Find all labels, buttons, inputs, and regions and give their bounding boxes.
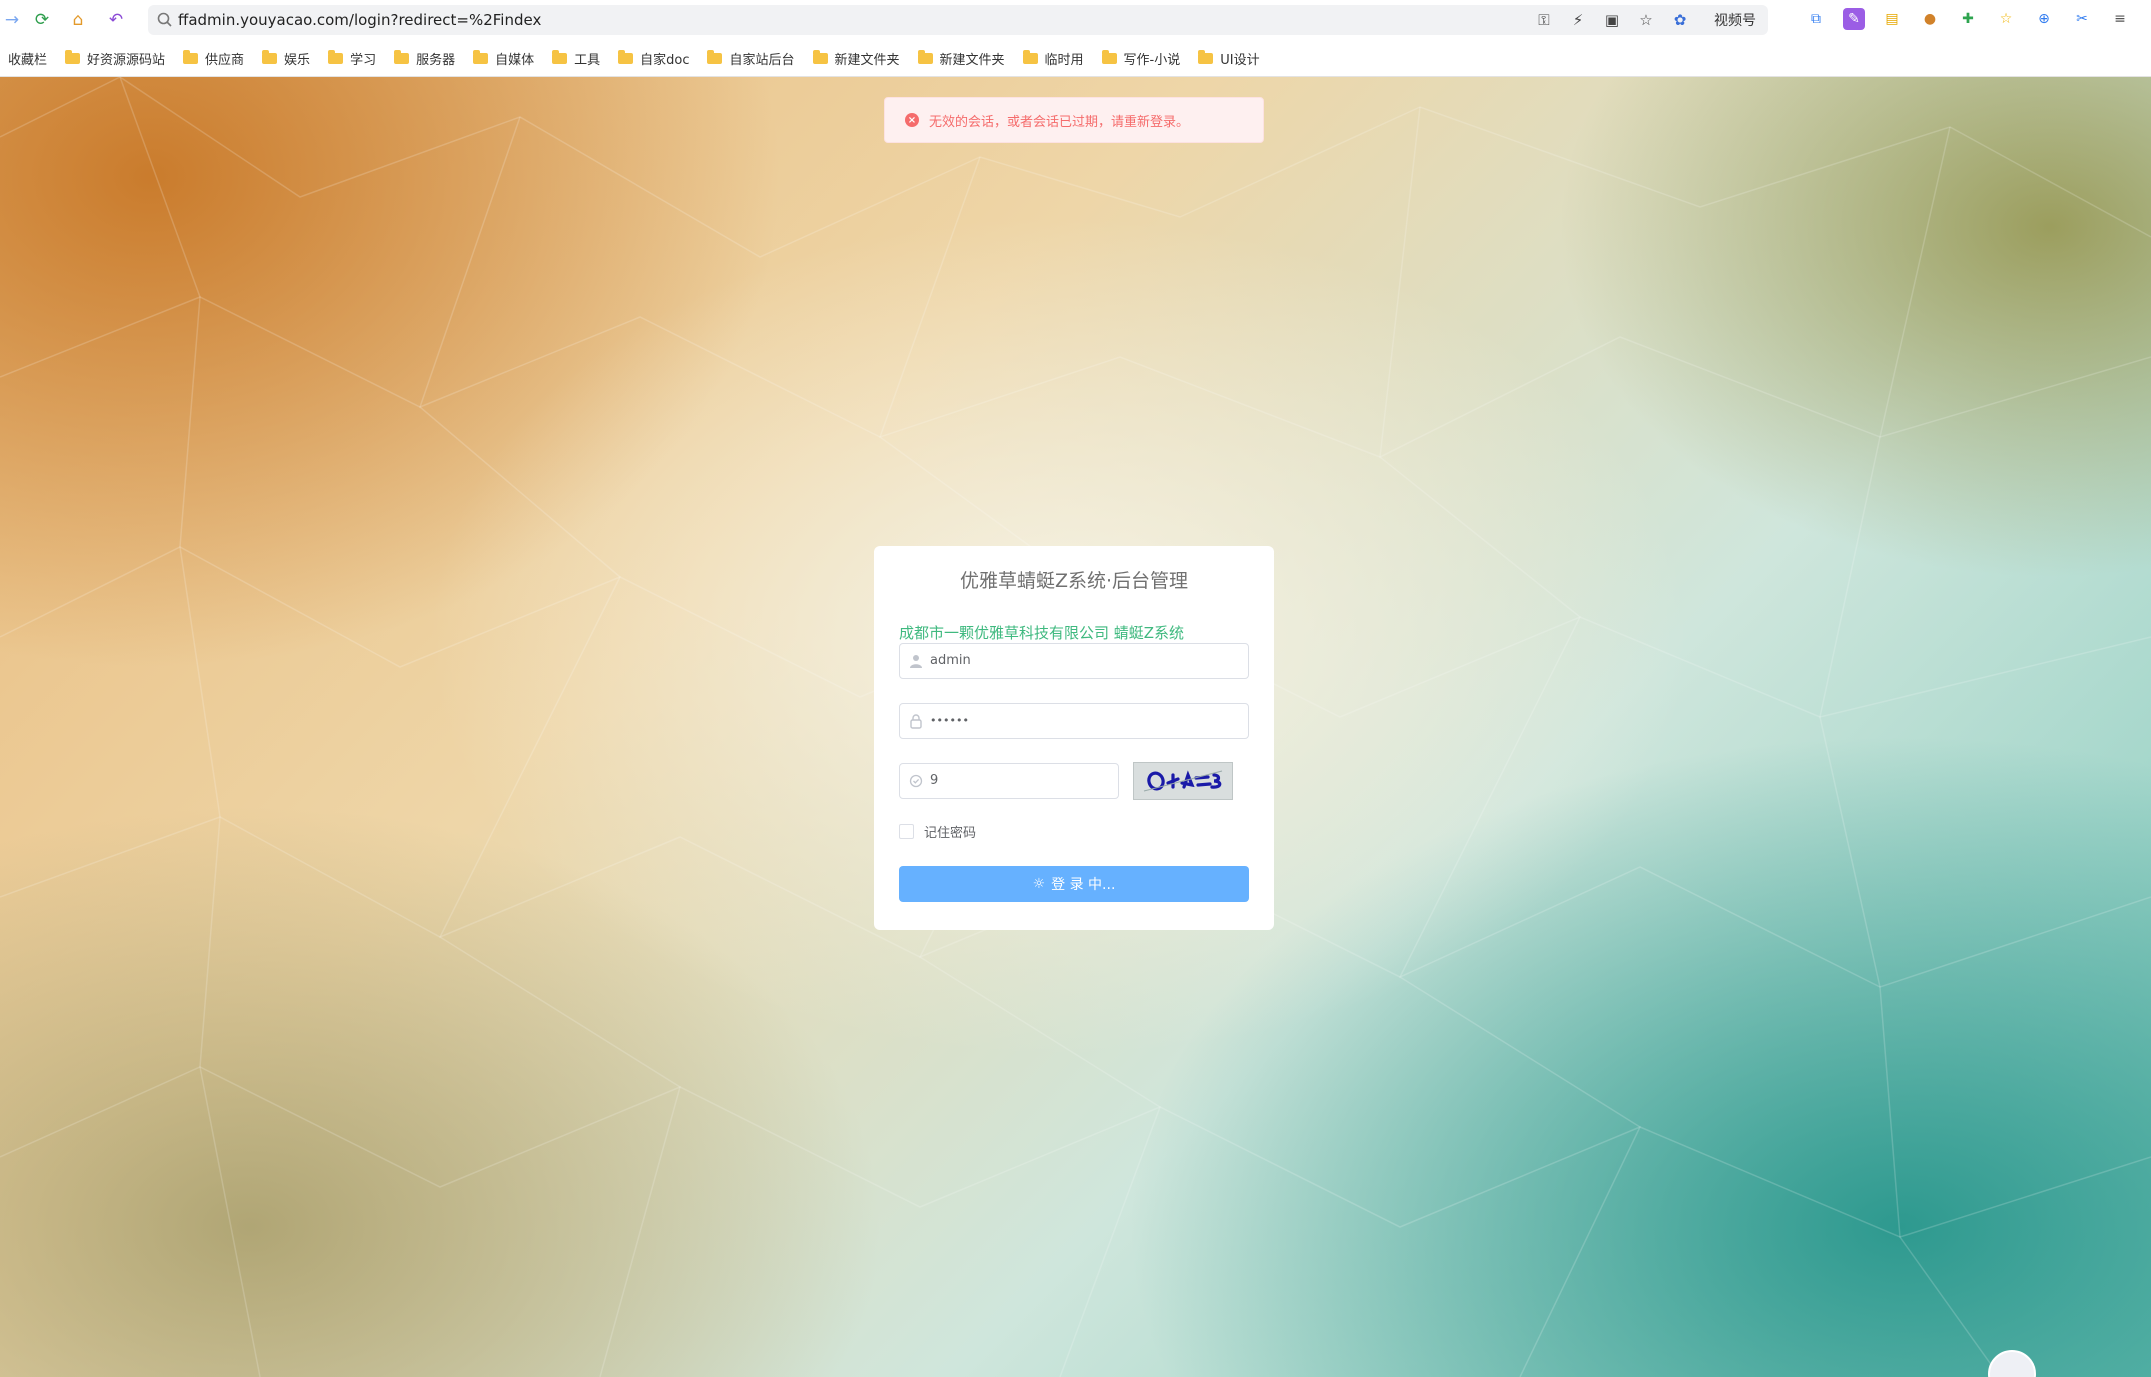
url-text[interactable]: ffadmin.youyacao.com/login?redirect=%2Fi…	[178, 11, 541, 29]
navigation-row: → ⟳ ⌂ ↶ ffadmin.youyacao.com/login?redir…	[0, 0, 2151, 40]
scissors-icon[interactable]: ✂	[2071, 8, 2093, 30]
search-icon	[157, 12, 172, 27]
login-card: 优雅草蜻蜓Z系统·后台管理 成都市一颗优雅草科技有限公司 蜻蜓Z系统 admin…	[874, 546, 1274, 930]
bookmark-item[interactable]: 服务器	[386, 44, 465, 72]
bookmark-label: 工具	[574, 52, 601, 68]
extension-icons: ⧉ ✎ ▤ ● ✚ ☆ ⊕ ✂ ≡	[1805, 8, 2131, 30]
bookmarks-bar: 收藏栏 好资源源码站 供应商 娱乐 学习 服务器 自媒体 工具 自家doc 自家站后台 新建文件夹 新…	[0, 44, 2151, 72]
key-icon[interactable]: ⚿	[1534, 10, 1554, 30]
bookmark-item[interactable]: 工具	[544, 44, 610, 72]
error-message: 无效的会话，或者会话已过期，请重新登录。	[929, 114, 1190, 130]
captcha-value: 9	[930, 773, 939, 788]
video-channel-label[interactable]: 视频号	[1714, 10, 1756, 30]
bookmark-item[interactable]: 新建文件夹	[910, 44, 1015, 72]
home-icon[interactable]: ⌂	[66, 8, 90, 32]
login-button-label: 登 录 中...	[1051, 877, 1116, 893]
forward-icon[interactable]: →	[0, 8, 24, 32]
bookmark-item[interactable]: 新建文件夹	[805, 44, 910, 72]
captcha-input[interactable]: 9	[899, 763, 1119, 799]
bookmark-label: 学习	[350, 52, 377, 68]
folder-icon	[618, 49, 634, 64]
error-toast: × 无效的会话，或者会话已过期，请重新登录。	[884, 97, 1264, 143]
bookmark-item[interactable]: UI设计	[1190, 44, 1269, 72]
remember-label: 记住密码	[924, 826, 977, 841]
password-value: ••••••	[930, 714, 969, 727]
folder-icon	[812, 49, 828, 64]
star-icon[interactable]: ☆	[1636, 10, 1656, 30]
bookmark-label: 自家站后台	[729, 52, 795, 68]
password-field[interactable]: ••••••	[899, 703, 1249, 739]
error-icon: ×	[905, 113, 919, 127]
folder-icon	[262, 49, 278, 64]
bookmark-item[interactable]: 供应商	[175, 44, 254, 72]
bookmark-item[interactable]: 写作-小说	[1094, 44, 1191, 72]
captcha-glyphs	[1134, 763, 1232, 799]
folder-icon	[917, 49, 933, 64]
address-bar-actions: ⚿ ⚡ ▣ ☆ ✿ 视频号	[1534, 10, 1756, 30]
reload-icon[interactable]: ⟳	[30, 8, 54, 32]
edit-icon[interactable]: ✎	[1843, 8, 1865, 30]
user-icon	[910, 655, 922, 668]
folder-icon	[707, 49, 723, 64]
login-button[interactable]: ☼ 登 录 中...	[899, 866, 1249, 902]
bookmark-item[interactable]: 临时用	[1015, 44, 1094, 72]
username-value: admin	[930, 653, 971, 668]
bookmark-label: 服务器	[416, 52, 456, 68]
puzzle-icon[interactable]: ✚	[1957, 8, 1979, 30]
bookmark-item[interactable]: 自家doc	[610, 44, 699, 72]
lock-icon	[910, 714, 922, 729]
folder-icon	[1101, 49, 1117, 64]
bookmark-label: 供应商	[205, 52, 245, 68]
download-icon[interactable]: ⊕	[2033, 8, 2055, 30]
bookmark-label: 自媒体	[495, 52, 535, 68]
folder-icon[interactable]: ▤	[1881, 8, 1903, 30]
lightning-icon[interactable]: ⚡	[1568, 10, 1588, 30]
bookmark-label: 自家doc	[640, 52, 690, 68]
captcha-image[interactable]	[1133, 762, 1233, 800]
folder-icon	[328, 49, 344, 64]
folder-icon	[552, 49, 568, 64]
browser-toolbar: → ⟳ ⌂ ↶ ffadmin.youyacao.com/login?redir…	[0, 0, 2151, 77]
remember-checkbox[interactable]	[899, 824, 914, 839]
favorites-icon[interactable]: ☆	[1995, 8, 2017, 30]
login-title: 优雅草蜻蜓Z系统·后台管理	[959, 570, 1189, 592]
shield-check-icon	[909, 774, 923, 788]
bookmark-label: 新建文件夹	[834, 52, 900, 68]
folder-icon	[394, 49, 410, 64]
bookmark-item[interactable]: 学习	[320, 44, 386, 72]
bookmark-item[interactable]: 好资源源码站	[57, 44, 175, 72]
address-bar[interactable]: ffadmin.youyacao.com/login?redirect=%2Fi…	[148, 5, 1768, 35]
username-field[interactable]: admin	[899, 643, 1249, 679]
bookmark-label: 新建文件夹	[939, 52, 1005, 68]
menu-icon[interactable]: ≡	[2109, 8, 2131, 30]
folder-icon	[183, 49, 199, 64]
bookmark-label: 写作-小说	[1123, 52, 1181, 68]
bookmark-label: 好资源源码站	[87, 52, 166, 68]
bookmark-label: 收藏栏	[8, 52, 48, 68]
reader-icon[interactable]: ▣	[1602, 10, 1622, 30]
loading-icon: ☼	[1032, 876, 1046, 892]
bookmark-label: UI设计	[1220, 52, 1260, 68]
cookie-icon[interactable]: ●	[1919, 8, 1941, 30]
bookmark-item[interactable]: 娱乐	[254, 44, 320, 72]
bookmark-item[interactable]: 自媒体	[465, 44, 544, 72]
undo-icon[interactable]: ↶	[104, 8, 128, 32]
bookmark-item[interactable]: 收藏栏	[0, 44, 57, 72]
company-name: 成都市一颗优雅草科技有限公司 蜻蜓Z系统	[899, 624, 1185, 642]
bookmark-label: 娱乐	[284, 52, 311, 68]
paw-icon[interactable]: ✿	[1670, 10, 1690, 30]
remember-password[interactable]: 记住密码	[899, 822, 976, 841]
folder-icon	[65, 49, 81, 64]
bookmark-label: 临时用	[1044, 52, 1084, 68]
folder-icon	[1198, 49, 1214, 64]
folder-icon	[473, 49, 489, 64]
folder-icon	[1022, 49, 1038, 64]
bookmark-item[interactable]: 自家站后台	[699, 44, 804, 72]
translate-icon[interactable]: ⧉	[1805, 8, 1827, 30]
